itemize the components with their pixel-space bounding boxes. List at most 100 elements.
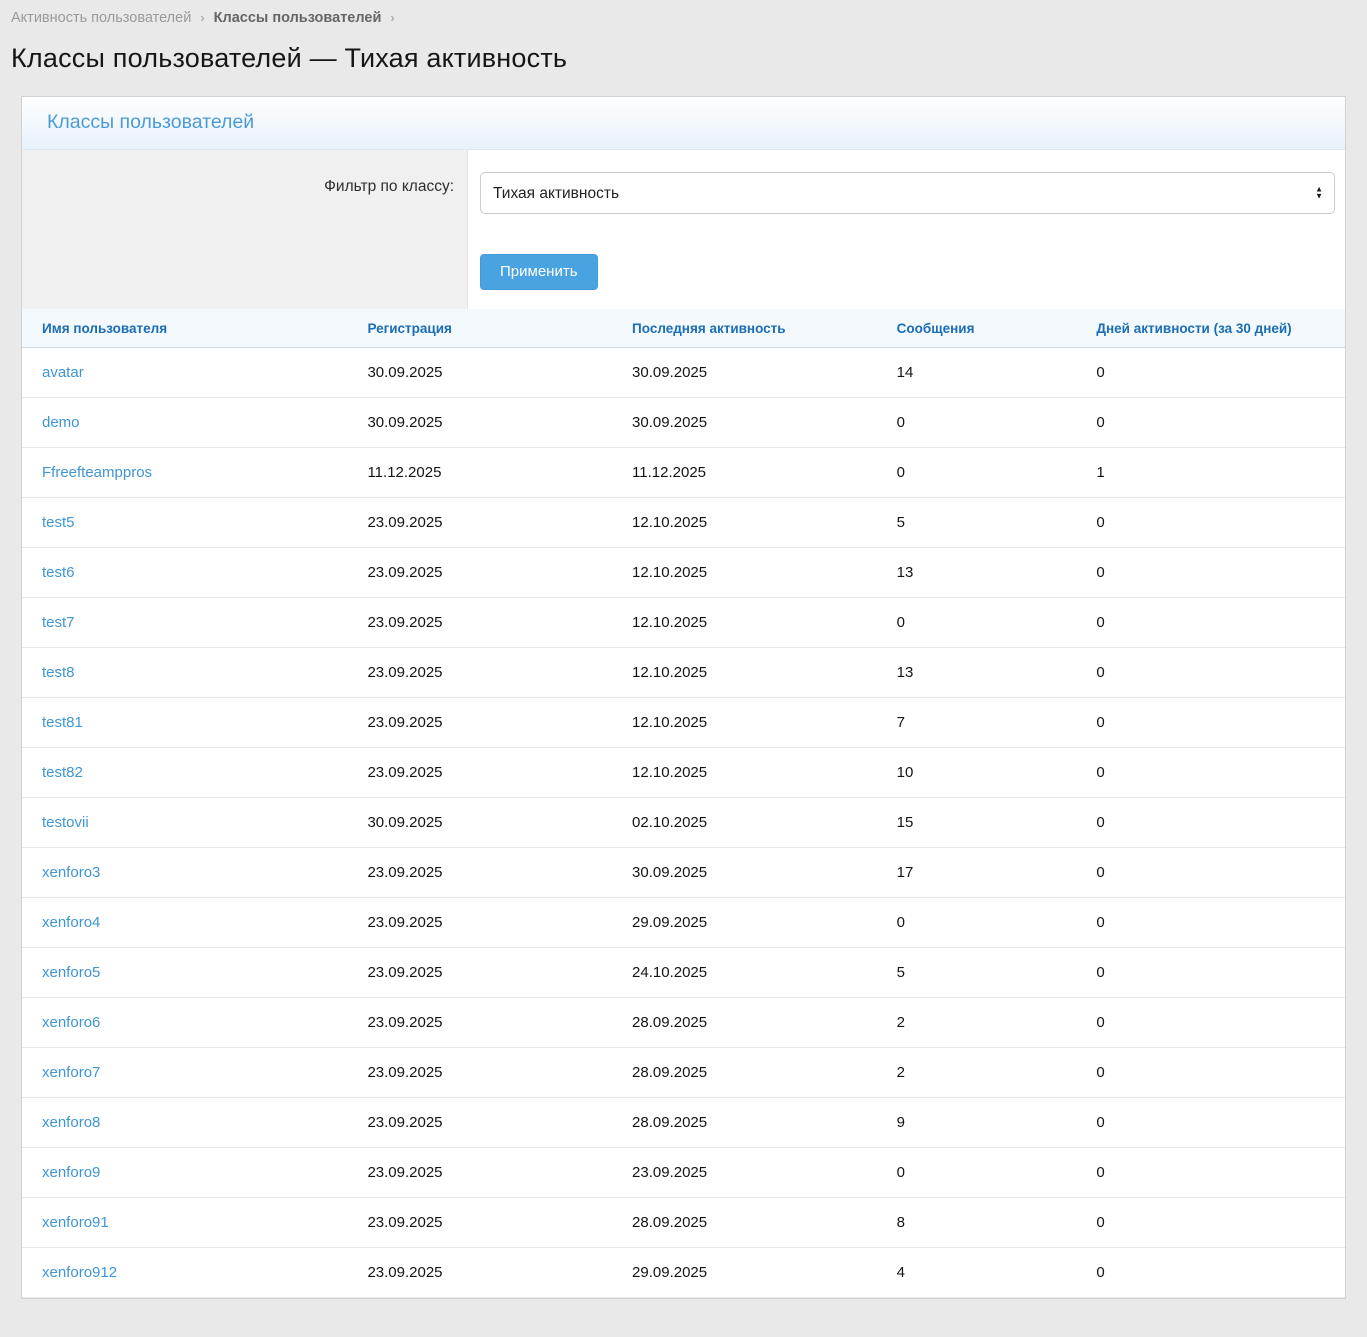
table-row: testovii 30.09.2025 02.10.2025 15 0 xyxy=(22,798,1345,848)
table-row: xenforo8 23.09.2025 28.09.2025 9 0 xyxy=(22,1098,1345,1148)
panel-heading: Классы пользователей xyxy=(22,97,1345,150)
cell-messages: 15 xyxy=(877,798,1077,848)
cell-username: Ffreefteamppros xyxy=(22,448,347,498)
cell-last-activity: 12.10.2025 xyxy=(612,498,877,548)
cell-last-activity: 23.09.2025 xyxy=(612,1148,877,1198)
table-row: demo 30.09.2025 30.09.2025 0 0 xyxy=(22,398,1345,448)
table-row: avatar 30.09.2025 30.09.2025 14 0 xyxy=(22,348,1345,398)
user-table-body: avatar 30.09.2025 30.09.2025 14 0 demo 3… xyxy=(22,348,1345,1298)
cell-username: testovii xyxy=(22,798,347,848)
cell-last-activity: 30.09.2025 xyxy=(612,848,877,898)
cell-last-activity: 11.12.2025 xyxy=(612,448,877,498)
cell-last-activity: 24.10.2025 xyxy=(612,948,877,998)
cell-username: xenforo6 xyxy=(22,998,347,1048)
cell-messages: 5 xyxy=(877,948,1077,998)
cell-messages: 9 xyxy=(877,1098,1077,1148)
username-link[interactable]: xenforo91 xyxy=(42,1214,109,1231)
cell-last-activity: 12.10.2025 xyxy=(612,548,877,598)
cell-active-days: 0 xyxy=(1076,698,1345,748)
cell-active-days: 0 xyxy=(1076,798,1345,848)
cell-registration: 23.09.2025 xyxy=(347,1098,612,1148)
class-select-wrap: Тихая активность ▲▼ xyxy=(480,172,1335,214)
cell-messages: 0 xyxy=(877,598,1077,648)
cell-registration: 23.09.2025 xyxy=(347,548,612,598)
cell-registration: 23.09.2025 xyxy=(347,898,612,948)
table-row: test7 23.09.2025 12.10.2025 0 0 xyxy=(22,598,1345,648)
table-row: xenforo9 23.09.2025 23.09.2025 0 0 xyxy=(22,1148,1345,1198)
breadcrumb-link-user-activity[interactable]: Активность пользователей xyxy=(11,10,191,26)
table-row: xenforo7 23.09.2025 28.09.2025 2 0 xyxy=(22,1048,1345,1098)
cell-username: demo xyxy=(22,398,347,448)
cell-messages: 2 xyxy=(877,998,1077,1048)
cell-messages: 0 xyxy=(877,1148,1077,1198)
cell-username: avatar xyxy=(22,348,347,398)
cell-active-days: 0 xyxy=(1076,1198,1345,1248)
cell-registration: 23.09.2025 xyxy=(347,698,612,748)
cell-last-activity: 29.09.2025 xyxy=(612,898,877,948)
breadcrumb: Активность пользователей › Классы пользова… xyxy=(11,10,1356,26)
username-link[interactable]: xenforo6 xyxy=(42,1014,100,1031)
cell-username: xenforo7 xyxy=(22,1048,347,1098)
column-header-active-days: Дней активности (за 30 дней) xyxy=(1076,309,1345,348)
username-link[interactable]: test7 xyxy=(42,614,75,631)
cell-username: xenforo912 xyxy=(22,1248,347,1298)
cell-messages: 2 xyxy=(877,1048,1077,1098)
cell-last-activity: 28.09.2025 xyxy=(612,998,877,1048)
apply-button[interactable]: Применить xyxy=(480,254,598,290)
filter-form: Фильтр по классу: Тихая активность ▲▼ Пр… xyxy=(22,150,1345,309)
table-row: xenforo6 23.09.2025 28.09.2025 2 0 xyxy=(22,998,1345,1048)
cell-last-activity: 02.10.2025 xyxy=(612,798,877,848)
username-link[interactable]: xenforo912 xyxy=(42,1264,117,1281)
username-link[interactable]: xenforo7 xyxy=(42,1064,100,1081)
table-row: xenforo912 23.09.2025 29.09.2025 4 0 xyxy=(22,1248,1345,1298)
username-link[interactable]: test6 xyxy=(42,564,75,581)
cell-active-days: 0 xyxy=(1076,648,1345,698)
cell-username: test82 xyxy=(22,748,347,798)
username-link[interactable]: test8 xyxy=(42,664,75,681)
username-link[interactable]: xenforo9 xyxy=(42,1164,100,1181)
username-link[interactable]: xenforo3 xyxy=(42,864,100,881)
cell-messages: 14 xyxy=(877,348,1077,398)
cell-registration: 30.09.2025 xyxy=(347,798,612,848)
breadcrumb-item-user-classes: Классы пользователей xyxy=(214,10,382,26)
table-row: test82 23.09.2025 12.10.2025 10 0 xyxy=(22,748,1345,798)
cell-username: xenforo3 xyxy=(22,848,347,898)
username-link[interactable]: test5 xyxy=(42,514,75,531)
username-link[interactable]: xenforo8 xyxy=(42,1114,100,1131)
username-link[interactable]: xenforo5 xyxy=(42,964,100,981)
username-link[interactable]: Ffreefteamppros xyxy=(42,464,152,481)
cell-registration: 23.09.2025 xyxy=(347,598,612,648)
username-link[interactable]: avatar xyxy=(42,364,84,381)
cell-active-days: 0 xyxy=(1076,1148,1345,1198)
column-header-username: Имя пользователя xyxy=(22,309,347,348)
cell-username: xenforo4 xyxy=(22,898,347,948)
cell-messages: 7 xyxy=(877,698,1077,748)
user-classes-panel: Классы пользователей Фильтр по классу: Т… xyxy=(21,96,1346,1299)
cell-username: xenforo9 xyxy=(22,1148,347,1198)
username-link[interactable]: test81 xyxy=(42,714,83,731)
cell-active-days: 0 xyxy=(1076,948,1345,998)
cell-username: test8 xyxy=(22,648,347,698)
cell-registration: 23.09.2025 xyxy=(347,998,612,1048)
cell-registration: 23.09.2025 xyxy=(347,1198,612,1248)
username-link[interactable]: test82 xyxy=(42,764,83,781)
column-header-last-activity: Последняя активность xyxy=(612,309,877,348)
cell-registration: 23.09.2025 xyxy=(347,1248,612,1298)
chevron-right-icon: › xyxy=(200,10,204,25)
cell-last-activity: 12.10.2025 xyxy=(612,698,877,748)
cell-last-activity: 30.09.2025 xyxy=(612,348,877,398)
class-filter-select[interactable]: Тихая активность xyxy=(480,172,1335,214)
table-row: Ffreefteamppros 11.12.2025 11.12.2025 0 … xyxy=(22,448,1345,498)
cell-messages: 5 xyxy=(877,498,1077,548)
table-row: test5 23.09.2025 12.10.2025 5 0 xyxy=(22,498,1345,548)
cell-registration: 23.09.2025 xyxy=(347,948,612,998)
table-row: test8 23.09.2025 12.10.2025 13 0 xyxy=(22,648,1345,698)
username-link[interactable]: demo xyxy=(42,414,80,431)
username-link[interactable]: testovii xyxy=(42,814,89,831)
cell-last-activity: 30.09.2025 xyxy=(612,398,877,448)
cell-username: xenforo8 xyxy=(22,1098,347,1148)
cell-username: test7 xyxy=(22,598,347,648)
cell-messages: 8 xyxy=(877,1198,1077,1248)
username-link[interactable]: xenforo4 xyxy=(42,914,100,931)
column-header-registration: Регистрация xyxy=(347,309,612,348)
